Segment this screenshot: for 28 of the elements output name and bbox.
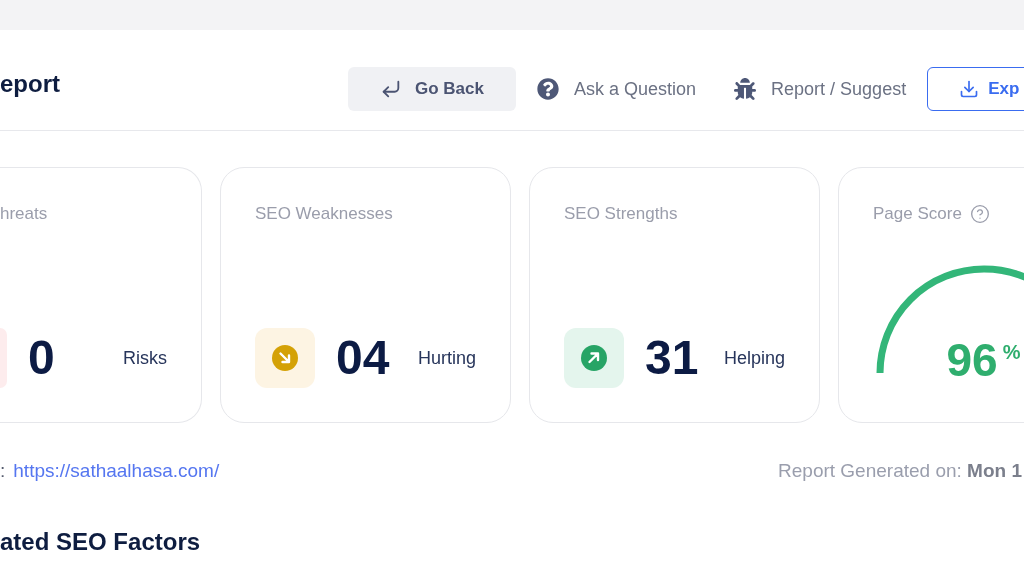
return-arrow-icon	[380, 78, 402, 100]
stat-count: 0	[28, 332, 55, 384]
page-title: eport	[0, 70, 61, 98]
ask-question-button[interactable]: Ask a Question	[520, 67, 714, 111]
stat-count: 04	[336, 332, 390, 384]
url-link[interactable]: https://sathaalhasa.com/	[13, 460, 220, 482]
stat-label: Risks	[123, 347, 167, 369]
report-date: Report Generated on: Mon 1	[778, 460, 1022, 482]
report-suggest-button[interactable]: Report / Suggest	[717, 67, 924, 111]
back-button[interactable]: Go Back	[348, 67, 516, 111]
card-title: SEO Strengths	[564, 204, 678, 224]
score-unit: %	[1002, 341, 1021, 363]
stat-label: Helping	[723, 347, 785, 369]
help-icon[interactable]	[969, 204, 990, 224]
card-title: Page Score	[873, 204, 962, 224]
stat-label: Hurting	[417, 347, 476, 369]
card-title: hreats	[0, 204, 48, 224]
section-title: ated SEO Factors	[0, 528, 202, 556]
export-button[interactable]: Exp	[927, 67, 1024, 111]
arrow-up-right-icon	[564, 328, 624, 388]
question-icon	[537, 78, 559, 100]
url-label: :	[0, 460, 6, 482]
stat-count: 31	[645, 332, 699, 384]
bug-icon	[734, 78, 757, 100]
score-value: 96	[946, 335, 998, 385]
download-icon	[959, 79, 980, 99]
arrow-down-right-icon	[255, 328, 315, 388]
card-title: SEO Weaknesses	[255, 204, 393, 224]
